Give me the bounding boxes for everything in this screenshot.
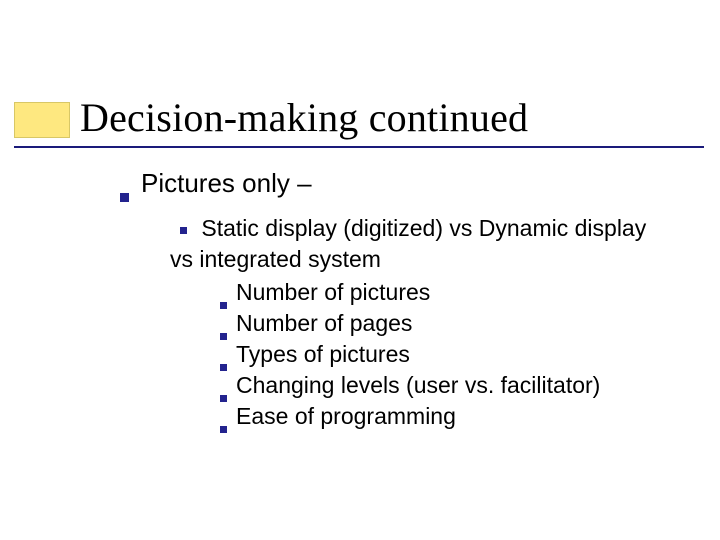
level3-text: Number of pictures <box>236 277 430 308</box>
slide-title: Decision-making continued <box>80 94 528 141</box>
title-underline <box>14 146 704 148</box>
level3-text: Number of pages <box>236 308 412 339</box>
level1-text: Pictures only – <box>141 168 312 199</box>
list-item: Number of pictures <box>220 277 680 308</box>
square-bullet-icon <box>220 333 227 340</box>
list-item: Ease of programming <box>220 401 680 432</box>
list-item: Pictures only – <box>120 168 680 199</box>
level3-list: Number of pictures Number of pages Types… <box>220 277 680 432</box>
list-item: Types of pictures <box>220 339 680 370</box>
slide: Decision-making continued Pictures only … <box>0 0 720 540</box>
square-bullet-icon <box>220 302 227 309</box>
level2-block: Static display (digitized) vs Dynamic di… <box>170 213 680 432</box>
level3-text: Ease of programming <box>236 401 456 432</box>
list-item: Number of pages <box>220 308 680 339</box>
slide-body: Pictures only – Static display (digitize… <box>120 168 680 432</box>
square-bullet-icon <box>180 227 187 234</box>
list-item: Changing levels (user vs. facilitator) <box>220 370 680 401</box>
square-bullet-icon <box>120 193 129 202</box>
level2-text-cont: vs integrated system <box>170 246 381 272</box>
accent-box <box>14 102 70 138</box>
square-bullet-icon <box>220 426 227 433</box>
level2-text: Static display (digitized) vs Dynamic di… <box>201 215 646 241</box>
level3-text: Types of pictures <box>236 339 410 370</box>
level3-text: Changing levels (user vs. facilitator) <box>236 370 600 401</box>
square-bullet-icon <box>220 364 227 371</box>
square-bullet-icon <box>220 395 227 402</box>
